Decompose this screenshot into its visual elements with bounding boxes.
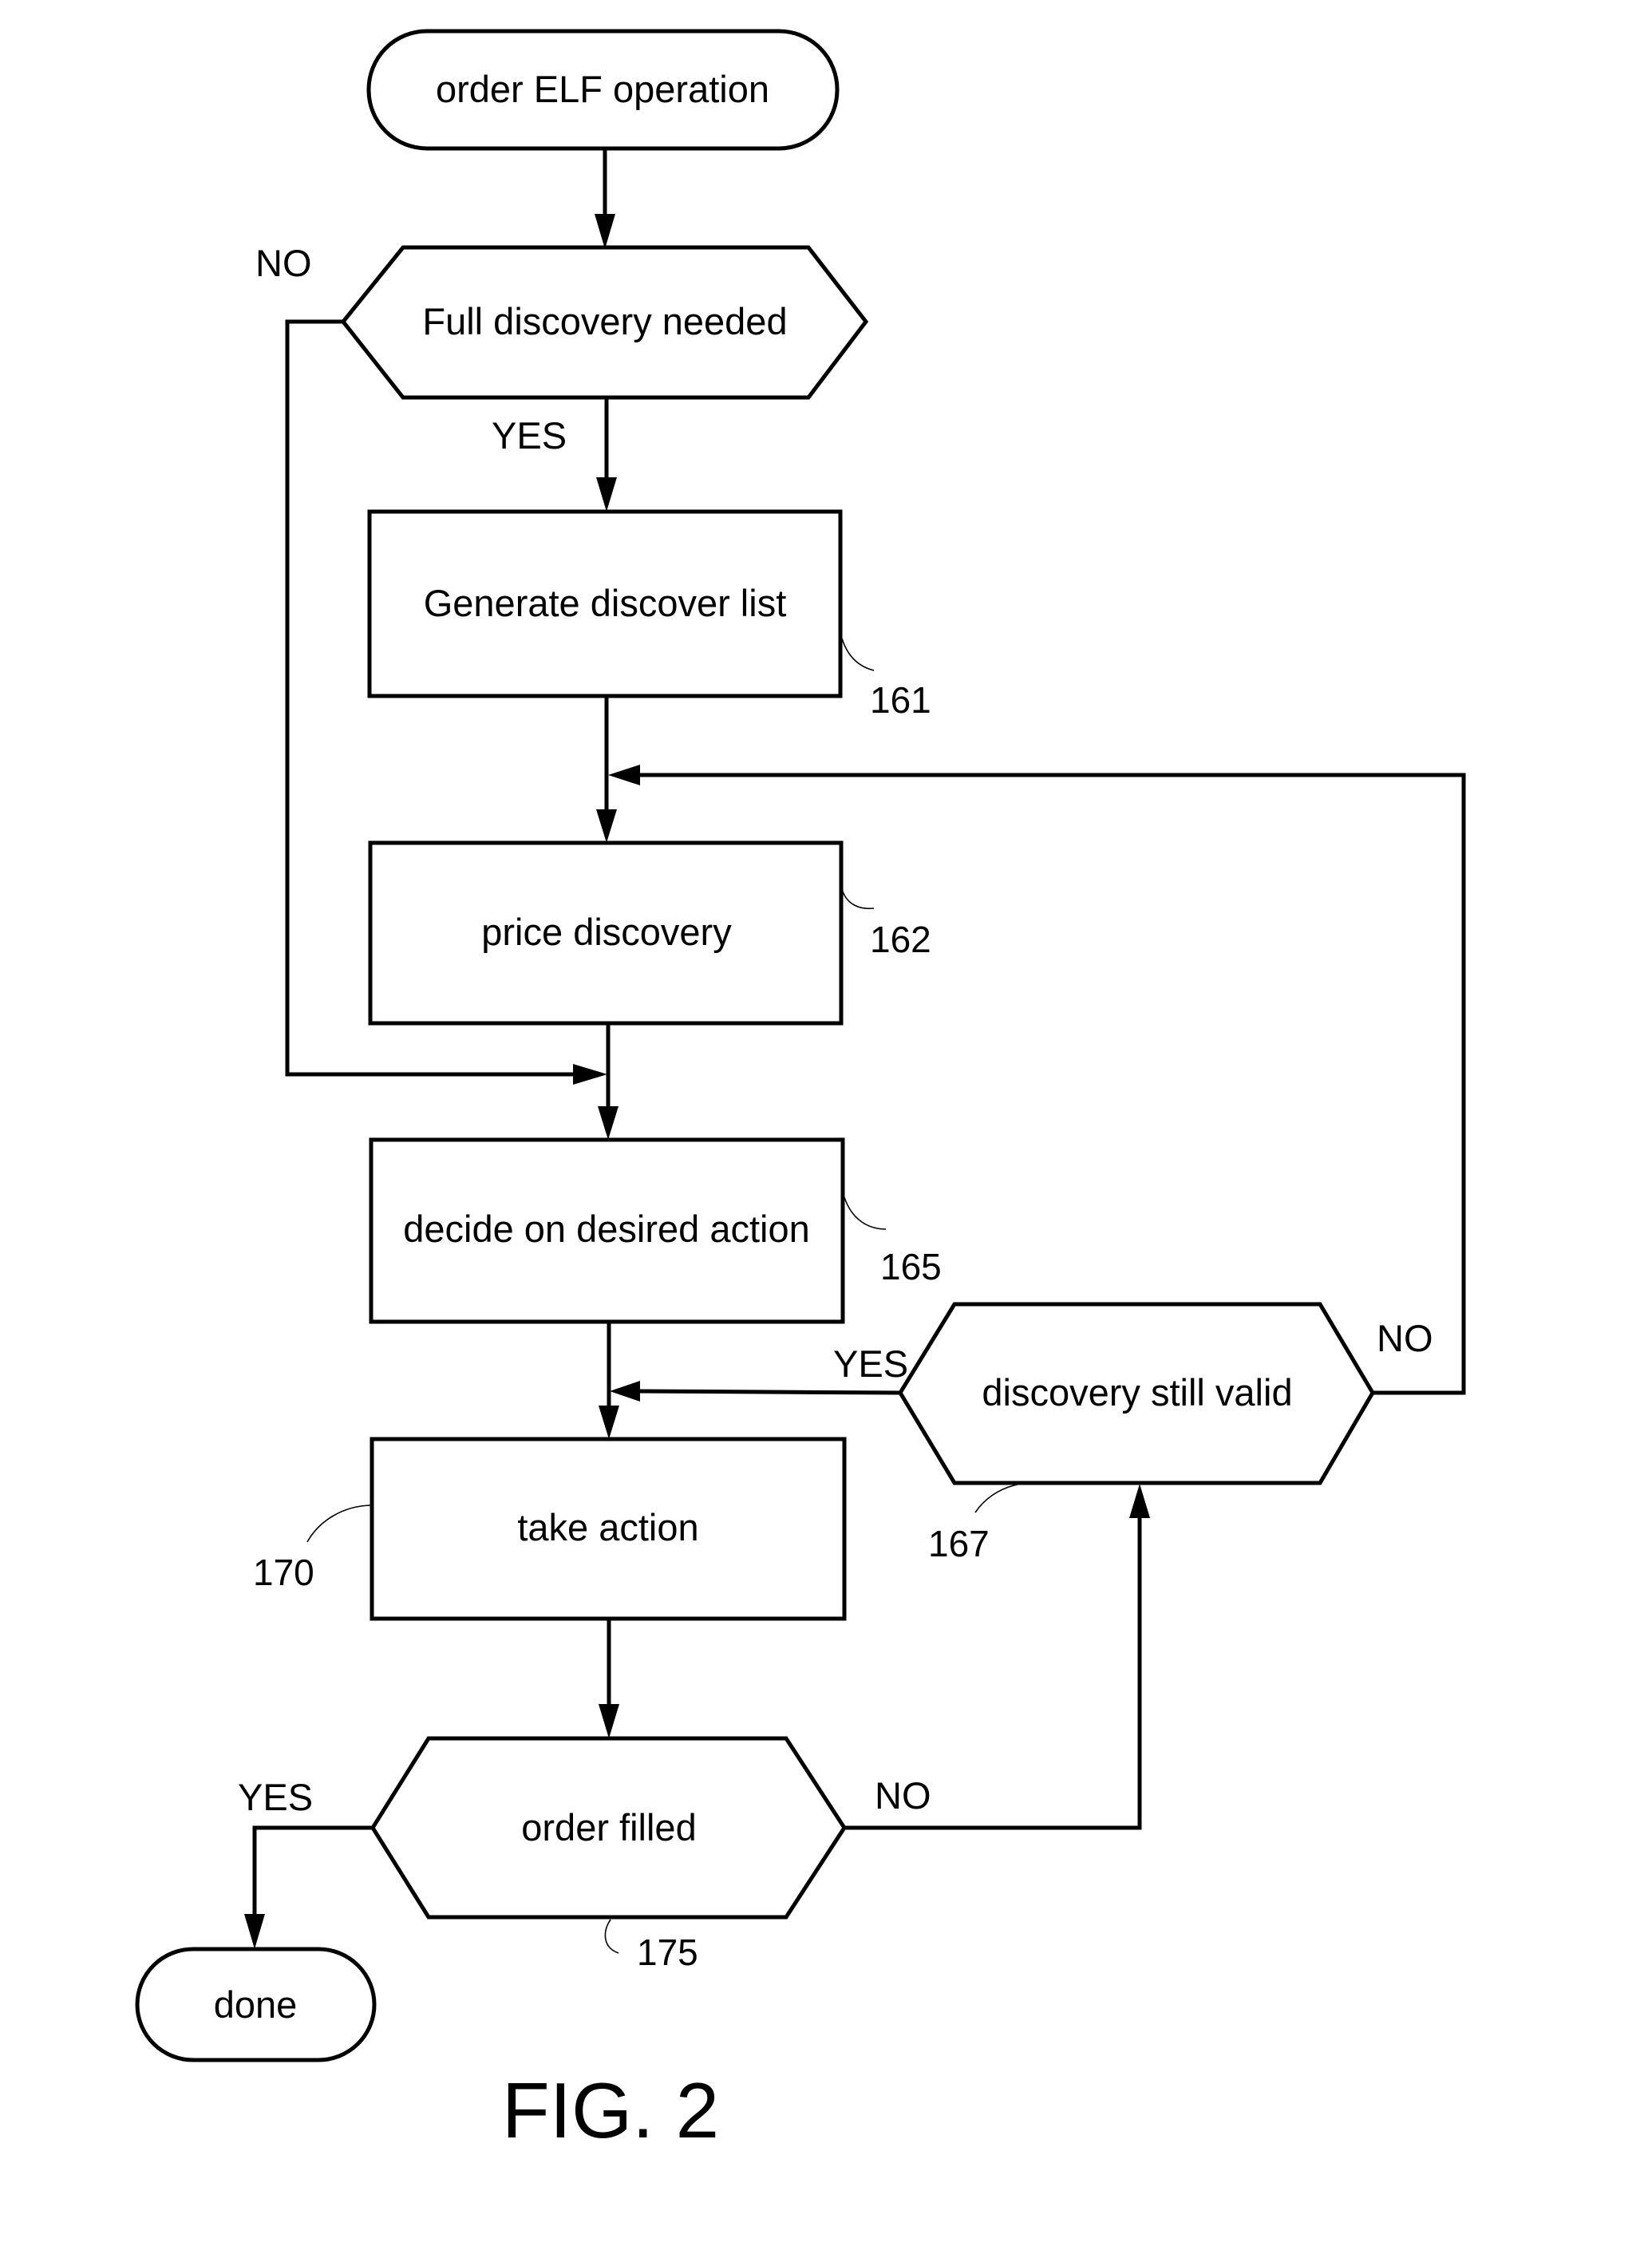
ref-167: 167 — [928, 1523, 990, 1564]
node-decide-action-label: decide on desired action — [403, 1208, 810, 1250]
node-discovery-valid-label: discovery still valid — [982, 1371, 1292, 1414]
node-done-label: done — [214, 1983, 298, 2026]
node-order-filled: order filled — [370, 1736, 847, 1920]
node-generate-list: Generate discover list — [367, 509, 843, 698]
node-start: order ELF operation — [366, 29, 840, 151]
ref-175: 175 — [637, 1932, 698, 1973]
leader-167 — [974, 1484, 1018, 1513]
node-done: done — [135, 1947, 377, 2062]
figure-caption: FIG. 2 — [502, 2066, 719, 2154]
arrowhead-right-icon — [573, 1064, 607, 1085]
label-full-discovery-yes: YES — [492, 414, 567, 457]
label-order-filled-no: NO — [875, 1774, 931, 1817]
node-full-discovery: Full discovery needed — [340, 245, 869, 400]
arrowhead-down-icon — [598, 1106, 619, 1140]
arrowhead-left-icon — [608, 765, 640, 785]
arrowhead-down-icon — [595, 214, 615, 249]
node-decide-action: decide on desired action — [369, 1137, 845, 1324]
label-full-discovery-no: NO — [255, 242, 312, 284]
node-full-discovery-label: Full discovery needed — [422, 300, 787, 342]
leader-162 — [842, 891, 875, 910]
ref-170: 170 — [253, 1552, 314, 1593]
flowchart: order ELF operation Full discovery neede… — [135, 29, 1466, 2154]
node-generate-list-label: Generate discover list — [424, 582, 787, 624]
edge-discovery-valid-yes — [638, 1389, 901, 1395]
node-price-discovery: price discovery — [368, 840, 844, 1026]
label-order-filled-yes: YES — [238, 1776, 313, 1818]
node-discovery-valid: discovery still valid — [898, 1302, 1375, 1485]
arrowhead-down-icon — [599, 1704, 619, 1738]
leader-175 — [604, 1919, 619, 1954]
node-price-discovery-label: price discovery — [481, 911, 732, 953]
label-discovery-valid-no: NO — [1377, 1317, 1433, 1359]
leader-161 — [841, 638, 875, 671]
leader-170 — [306, 1505, 371, 1543]
arrowhead-down-icon — [599, 1406, 619, 1439]
node-take-action-label: take action — [517, 1506, 698, 1548]
arrowhead-down-icon — [596, 477, 617, 512]
node-start-label: order ELF operation — [436, 68, 769, 110]
edge-order-filled-yes — [252, 1825, 373, 1916]
arrowhead-left-icon — [610, 1381, 640, 1402]
arrowhead-up-icon — [1129, 1484, 1150, 1518]
node-take-action: take action — [370, 1437, 847, 1621]
ref-162: 162 — [870, 919, 931, 960]
ref-165: 165 — [880, 1246, 942, 1287]
leader-165 — [844, 1196, 887, 1230]
arrowhead-down-icon — [244, 1914, 265, 1949]
label-discovery-valid-yes: YES — [833, 1342, 908, 1385]
ref-161: 161 — [870, 679, 931, 721]
node-order-filled-label: order filled — [521, 1806, 696, 1849]
arrowhead-down-icon — [596, 809, 617, 843]
